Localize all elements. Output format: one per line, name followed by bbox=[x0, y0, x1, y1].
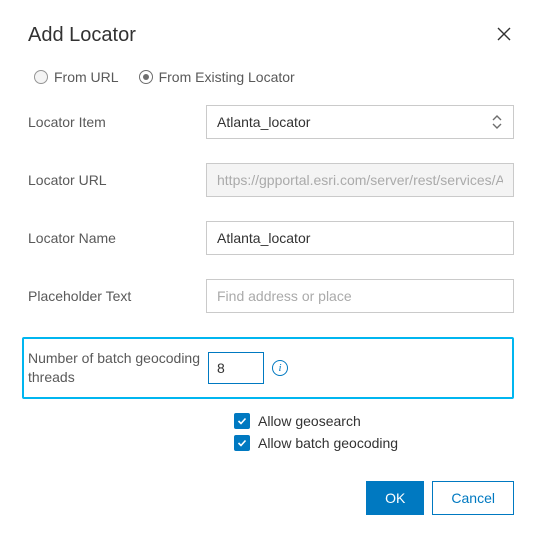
row-locator-url: Locator URL bbox=[28, 163, 514, 197]
batch-threads-control: i bbox=[208, 352, 288, 384]
radio-from-existing[interactable]: From Existing Locator bbox=[139, 69, 295, 85]
checkmark-icon bbox=[234, 413, 250, 429]
source-radio-group: From URL From Existing Locator bbox=[28, 69, 514, 85]
label-batch-threads: Number of batch geocoding threads bbox=[28, 349, 208, 387]
radio-label: From URL bbox=[54, 69, 119, 85]
radio-from-url[interactable]: From URL bbox=[34, 69, 119, 85]
radio-label: From Existing Locator bbox=[159, 69, 295, 85]
dialog-title: Add Locator bbox=[28, 24, 136, 47]
close-button[interactable] bbox=[494, 24, 514, 44]
checkbox-allow-geosearch[interactable]: Allow geosearch bbox=[234, 413, 514, 429]
cancel-button[interactable]: Cancel bbox=[432, 481, 514, 515]
label-locator-name: Locator Name bbox=[28, 230, 206, 246]
input-locator-url bbox=[206, 163, 514, 197]
checkbox-label: Allow batch geocoding bbox=[258, 435, 398, 451]
close-icon bbox=[496, 26, 512, 42]
radio-icon bbox=[139, 70, 153, 84]
radio-icon bbox=[34, 70, 48, 84]
input-locator-name[interactable] bbox=[206, 221, 514, 255]
row-locator-item: Locator Item Atlanta_locator bbox=[28, 105, 514, 139]
select-stepper-icon bbox=[491, 114, 503, 130]
select-locator-item[interactable]: Atlanta_locator bbox=[206, 105, 514, 139]
select-value: Atlanta_locator bbox=[217, 114, 310, 130]
add-locator-dialog: Add Locator From URL From Existing Locat… bbox=[0, 0, 542, 535]
label-locator-url: Locator URL bbox=[28, 172, 206, 188]
dialog-header: Add Locator bbox=[28, 24, 514, 47]
label-placeholder-text: Placeholder Text bbox=[28, 288, 206, 304]
input-placeholder-text[interactable] bbox=[206, 279, 514, 313]
input-batch-threads[interactable] bbox=[208, 352, 264, 384]
checkbox-allow-batch-geocoding[interactable]: Allow batch geocoding bbox=[234, 435, 514, 451]
row-batch-threads: Number of batch geocoding threads i bbox=[22, 337, 514, 399]
row-locator-name: Locator Name bbox=[28, 221, 514, 255]
label-locator-item: Locator Item bbox=[28, 114, 206, 130]
ok-button[interactable]: OK bbox=[366, 481, 424, 515]
info-icon[interactable]: i bbox=[272, 360, 288, 376]
row-placeholder-text: Placeholder Text bbox=[28, 279, 514, 313]
options-group: Allow geosearch Allow batch geocoding bbox=[234, 413, 514, 451]
checkbox-label: Allow geosearch bbox=[258, 413, 361, 429]
checkmark-icon bbox=[234, 435, 250, 451]
dialog-footer: OK Cancel bbox=[28, 481, 514, 515]
